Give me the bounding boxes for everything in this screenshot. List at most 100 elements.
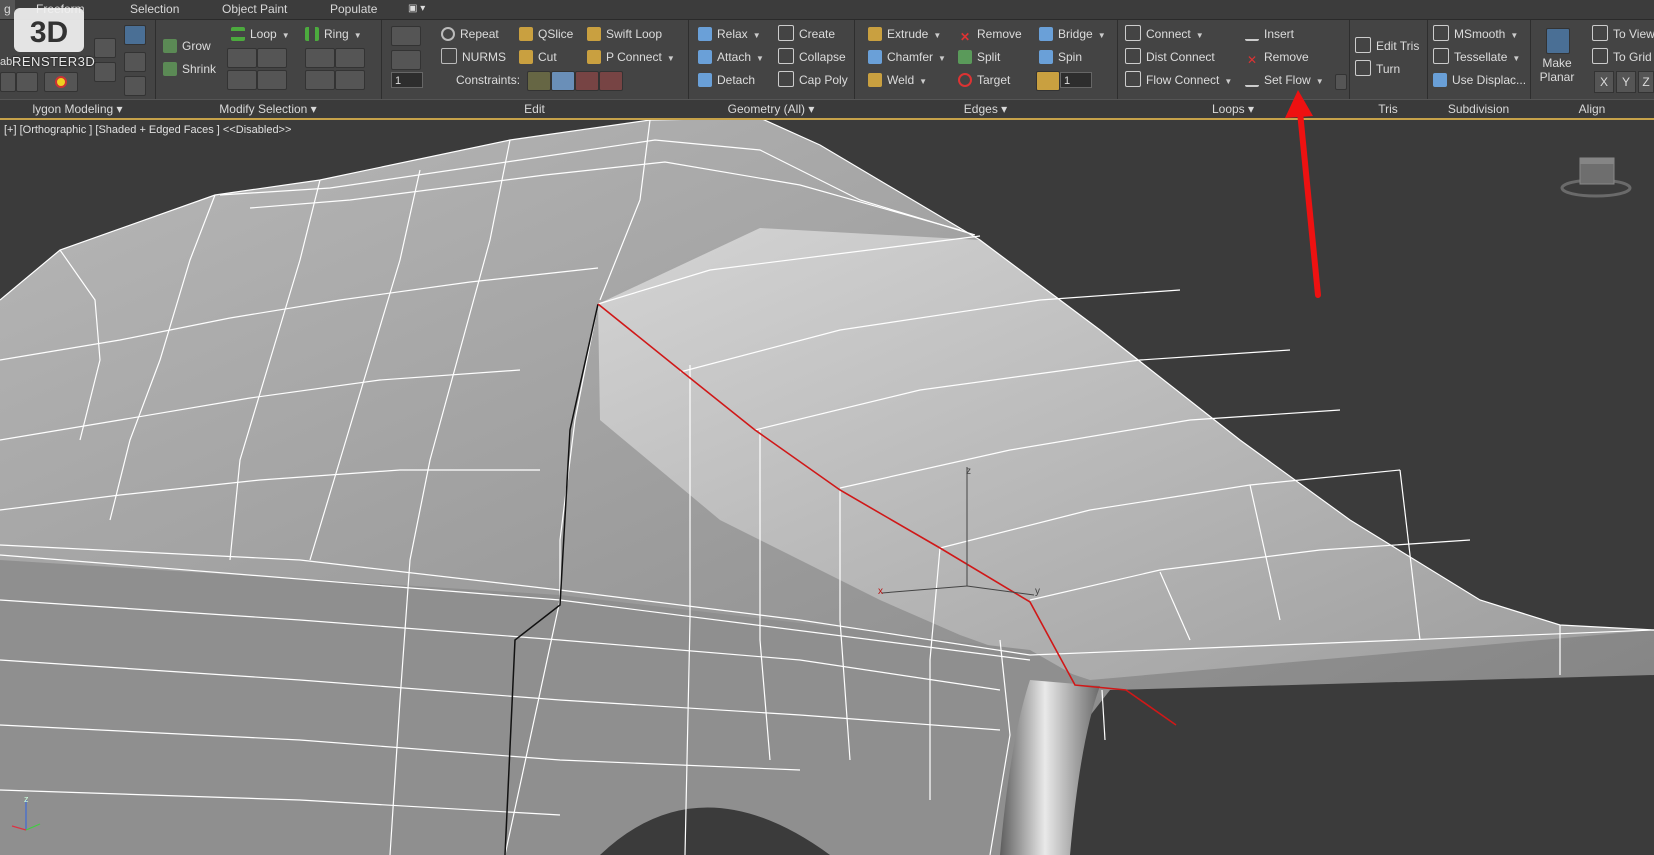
paint-deform-icon[interactable] [391,50,421,70]
polygon-mode-icon[interactable] [124,76,146,96]
create-icon [778,25,794,41]
group-label-modify-selection[interactable]: Modify Selection ▾ [155,99,381,118]
nurms-button[interactable]: NURMS [441,47,506,67]
element-mode-icon[interactable] [94,62,116,82]
set-flow-spinner[interactable] [1335,74,1347,90]
group-label-polygon-modeling[interactable]: lygon Modeling ▾ [0,99,155,118]
turn-icon [1355,60,1371,76]
turn-button[interactable]: Turn [1355,59,1400,79]
set-flow-button[interactable]: Set Flow ▼ [1245,70,1324,90]
align-y-button[interactable]: Y [1616,71,1636,93]
remove-loop-button[interactable]: ✕ Remove [1245,47,1309,67]
gizmo-z-label: z [966,466,971,477]
group-geometry: Relax ▼ Create Attach ▼ Collapse Detach Ca… [688,20,855,118]
ring-button[interactable]: Ring ▼ [305,24,362,44]
to-view-icon [1592,25,1608,41]
weld-icon [868,73,882,87]
loop-shrink-icon[interactable] [257,48,287,68]
remove-x-icon: ✕ [959,30,971,44]
to-view-button[interactable]: To View [1592,24,1654,44]
p-connect-button[interactable]: P Connect ▼ [587,47,675,67]
viewport-label[interactable]: [+] [Orthographic ] [Shaded + Edged Face… [4,124,291,136]
connect-button[interactable]: Connect ▼ [1125,24,1204,44]
spin-tool-icon[interactable] [1036,71,1060,91]
target-button[interactable]: Target [958,70,1010,90]
target-icon [958,73,972,87]
loop-button[interactable]: Loop ▼ [231,24,290,44]
viewport[interactable]: z y x z [+] [Orthographic ] [Shaded + Ed… [0,120,1654,855]
bridge-button[interactable]: Bridge ▼ [1039,24,1106,44]
group-modify-selection: Grow Shrink Loop ▼ Ring ▼ Modify Selection… [155,20,382,118]
make-planar-button[interactable]: Make Planar [1534,56,1580,86]
group-label-geometry[interactable]: Geometry (All) ▾ [688,99,854,118]
ring-shrink-icon[interactable] [335,48,365,68]
ribbon-options-icon[interactable]: ▣ ▾ [408,3,430,16]
attach-button[interactable]: Attach ▼ [698,47,764,67]
group-label-tris: Tris [1349,99,1427,118]
cap-poly-button[interactable]: Cap Poly [778,70,848,90]
tab-selection[interactable]: Selection [130,2,179,16]
loop-grow-icon[interactable] [227,48,257,68]
extrude-button[interactable]: Extrude ▼ [868,24,941,44]
align-z-button[interactable]: Z [1638,71,1654,93]
group-label-edges[interactable]: Edges ▾ [854,99,1117,118]
modifier-list-icon[interactable] [16,72,38,92]
remove-loop-icon: ✕ [1246,53,1258,67]
ring-icon [305,27,319,41]
tab-object-paint[interactable]: Object Paint [222,2,287,16]
gizmo-y-label: y [1035,586,1040,597]
viewcube-icon[interactable] [1560,154,1632,198]
align-x-button[interactable]: X [1594,71,1614,93]
repeat-button[interactable]: Repeat [441,24,499,44]
loop-options-icon[interactable] [257,70,287,90]
chamfer-button[interactable]: Chamfer ▼ [868,47,946,67]
preview-selection-icon[interactable] [44,72,78,92]
ring-options-icon[interactable] [335,70,365,90]
dist-connect-button[interactable]: Dist Connect [1125,47,1215,67]
viewport-scene[interactable]: z y x z [0,120,1654,855]
collapse-button[interactable]: Collapse [778,47,846,67]
spin-button[interactable]: Spin [1039,47,1082,67]
remove-edge-button[interactable]: ✕ Remove [958,24,1022,44]
use-displace-button[interactable]: Use Displac... [1433,70,1526,90]
edit-tris-icon [1355,37,1371,53]
weld-button[interactable]: Weld ▼ [868,70,927,90]
cut-button[interactable]: Cut [519,47,557,67]
logo-cube-icon: 3D [14,8,84,52]
loop-select-icon[interactable] [227,70,257,90]
relax-button[interactable]: Relax ▼ [698,24,761,44]
constraint-none-icon[interactable] [527,71,551,91]
edges-spinner[interactable]: 1 [1060,72,1092,88]
flow-connect-button[interactable]: Flow Connect ▼ [1125,70,1232,90]
edit-spinner[interactable]: 1 [391,72,423,88]
create-button[interactable]: Create [778,24,835,44]
ring-select-icon[interactable] [305,70,335,90]
insert-loop-button[interactable]: Insert [1245,24,1294,44]
vertex-mode-icon[interactable] [124,25,146,45]
gizmo-x-label: x [878,586,883,597]
edit-poly-mode-icon[interactable] [94,38,116,58]
collapse-icon [778,48,794,64]
constraint-normal-icon[interactable] [599,71,623,91]
group-align: Make Planar To View To Grid X Y Z Align [1530,20,1654,118]
detach-button[interactable]: Detach [698,70,755,90]
shrink-icon [163,62,177,76]
ring-grow-icon[interactable] [305,48,335,68]
grow-button[interactable]: Grow [163,36,211,56]
shrink-button[interactable]: Shrink [163,59,216,79]
qslice-button[interactable]: QSlice [519,24,573,44]
edge-mode-icon[interactable] [124,52,146,72]
preserve-uvs-icon[interactable] [391,26,421,46]
group-label-loops[interactable]: Loops ▾ [1117,99,1349,118]
stack-left-icon[interactable] [0,72,16,92]
constraint-face-icon[interactable] [575,71,599,91]
msmooth-button[interactable]: MSmooth ▼ [1433,24,1518,44]
swift-loop-button[interactable]: Swift Loop [587,24,662,44]
tessellate-button[interactable]: Tessellate ▼ [1433,47,1520,67]
set-flow-icon [1245,71,1259,87]
tab-populate[interactable]: Populate [330,2,377,16]
edit-tris-button[interactable]: Edit Tris [1355,36,1419,56]
to-grid-button[interactable]: To Grid [1592,47,1652,67]
constraint-edge-icon[interactable] [551,71,575,91]
split-button[interactable]: Split [958,47,1000,67]
